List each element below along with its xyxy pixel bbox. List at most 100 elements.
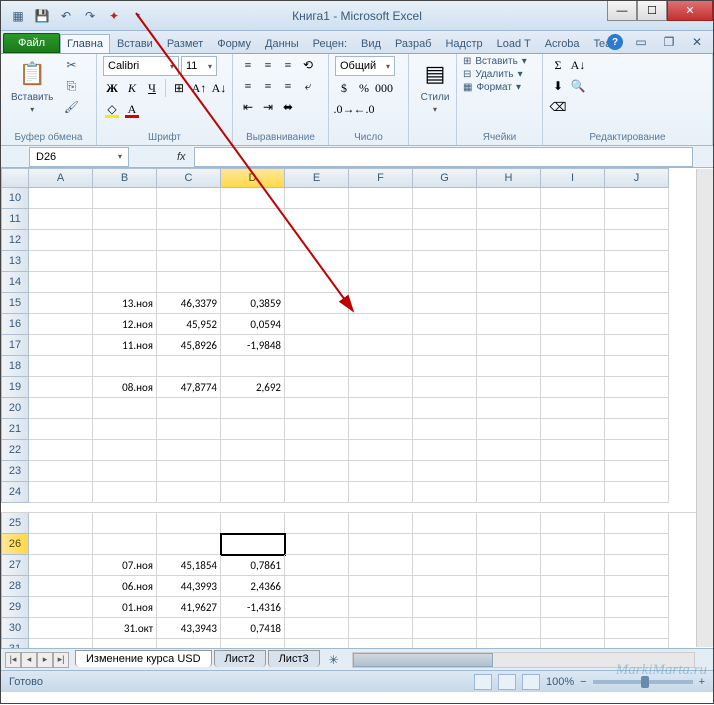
format-cells-button[interactable]: ▦Формат ▾ (463, 82, 521, 93)
cell[interactable] (541, 482, 605, 503)
cell[interactable] (221, 461, 285, 482)
sheet-tab[interactable]: Лист2 (214, 650, 266, 667)
cell[interactable] (29, 398, 93, 419)
cell[interactable] (477, 272, 541, 293)
cell[interactable] (605, 293, 669, 314)
increase-decimal-icon[interactable]: .0→ (335, 100, 353, 118)
cell[interactable] (285, 419, 349, 440)
cell[interactable]: 41,9627 (157, 597, 221, 618)
cell[interactable] (349, 576, 413, 597)
cell[interactable] (477, 482, 541, 503)
cell[interactable] (93, 188, 157, 209)
cell[interactable] (605, 461, 669, 482)
qat-dropdown-icon[interactable]: ▾ (129, 7, 147, 25)
cell[interactable] (157, 482, 221, 503)
cell[interactable] (541, 251, 605, 272)
cell[interactable] (93, 639, 157, 648)
cell[interactable] (477, 398, 541, 419)
column-header[interactable]: G (413, 168, 477, 188)
cell[interactable] (349, 398, 413, 419)
cell[interactable]: 13.ноя (93, 293, 157, 314)
cell[interactable] (477, 461, 541, 482)
cell[interactable] (349, 597, 413, 618)
cell[interactable] (413, 513, 477, 534)
ribbon-tab[interactable]: Load T (490, 34, 538, 53)
border-button[interactable]: ⊞ (170, 79, 188, 97)
ribbon-tab[interactable]: Рецен: (306, 34, 354, 53)
cell[interactable] (605, 576, 669, 597)
cell[interactable] (285, 398, 349, 419)
zoom-out-icon[interactable]: − (580, 676, 586, 688)
sort-filter-icon[interactable]: A↓ (569, 56, 587, 74)
autosum-icon[interactable]: Σ (549, 56, 567, 74)
cell[interactable] (29, 513, 93, 534)
cell[interactable] (29, 555, 93, 576)
cell[interactable] (477, 419, 541, 440)
cell[interactable] (605, 230, 669, 251)
cell[interactable] (93, 461, 157, 482)
column-header[interactable]: J (605, 168, 669, 188)
cell[interactable] (285, 555, 349, 576)
percent-icon[interactable]: % (355, 79, 373, 97)
zoom-level[interactable]: 100% (546, 676, 574, 688)
cell[interactable] (605, 251, 669, 272)
align-bottom-icon[interactable]: ≡ (279, 56, 297, 74)
cell[interactable] (477, 513, 541, 534)
cut-icon[interactable]: ✂ (61, 56, 81, 74)
align-top-icon[interactable]: ≡ (239, 56, 257, 74)
cell[interactable] (93, 398, 157, 419)
cell[interactable] (93, 482, 157, 503)
cell[interactable] (349, 419, 413, 440)
cell[interactable] (413, 251, 477, 272)
cell[interactable] (541, 576, 605, 597)
cell[interactable] (349, 618, 413, 639)
column-header[interactable]: A (29, 168, 93, 188)
help-icon[interactable]: ? (607, 34, 623, 50)
cell[interactable] (93, 356, 157, 377)
cell[interactable] (605, 419, 669, 440)
row-header[interactable]: 24 (1, 482, 29, 503)
cell[interactable] (93, 251, 157, 272)
ribbon-tab[interactable]: Размет (160, 34, 210, 53)
cell[interactable]: -1,4316 (221, 597, 285, 618)
row-header[interactable]: 28 (1, 576, 29, 597)
cell[interactable] (413, 419, 477, 440)
cell[interactable] (29, 188, 93, 209)
cell[interactable] (477, 639, 541, 648)
cell[interactable] (285, 293, 349, 314)
clear-icon[interactable]: ⌫ (549, 98, 567, 116)
row-header[interactable]: 23 (1, 461, 29, 482)
maximize-button[interactable]: ☐ (637, 1, 667, 21)
cell[interactable] (29, 377, 93, 398)
cell[interactable] (285, 251, 349, 272)
number-format-combo[interactable]: Общий▾ (335, 56, 395, 76)
insert-cells-button[interactable]: ⊞Вставить ▾ (463, 56, 527, 67)
cell[interactable] (477, 576, 541, 597)
cell[interactable] (349, 482, 413, 503)
cell[interactable]: 12.ноя (93, 314, 157, 335)
cell[interactable] (477, 597, 541, 618)
cell[interactable] (221, 419, 285, 440)
cell[interactable] (349, 293, 413, 314)
cell[interactable] (541, 230, 605, 251)
cell[interactable] (285, 440, 349, 461)
cell[interactable] (413, 639, 477, 648)
cell[interactable] (157, 639, 221, 648)
cell[interactable]: 11.ноя (93, 335, 157, 356)
cell[interactable] (93, 209, 157, 230)
cell[interactable] (29, 597, 93, 618)
cell[interactable] (605, 440, 669, 461)
cell[interactable] (285, 618, 349, 639)
cell[interactable] (413, 314, 477, 335)
cell[interactable] (29, 293, 93, 314)
ribbon-tab[interactable]: Acroba (538, 34, 587, 53)
cell[interactable]: 01.ноя (93, 597, 157, 618)
cell[interactable]: 31.окт (93, 618, 157, 639)
cell[interactable] (285, 461, 349, 482)
cell[interactable]: 45,1854 (157, 555, 221, 576)
excel-icon[interactable]: ▦ (9, 7, 27, 25)
cell[interactable]: -1,9848 (221, 335, 285, 356)
find-icon[interactable]: 🔍 (569, 77, 587, 95)
cell[interactable] (541, 461, 605, 482)
cell[interactable] (541, 293, 605, 314)
